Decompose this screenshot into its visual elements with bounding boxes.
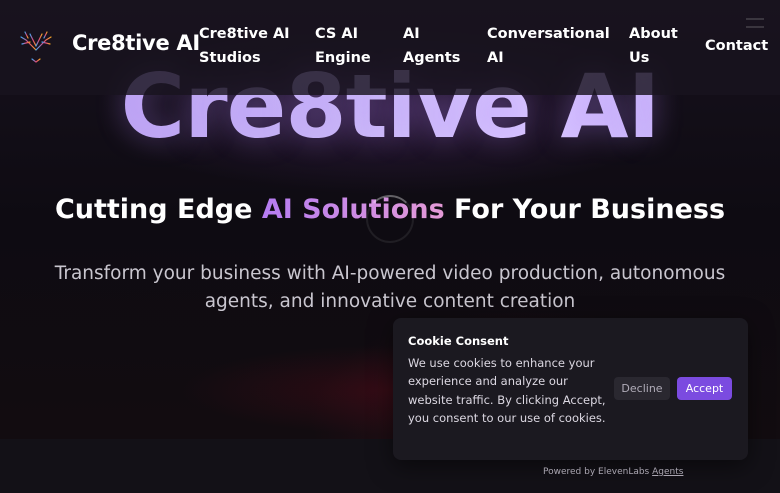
site-header: Cre8tive AI Cre8tive AI Studios CS AI En… (0, 0, 780, 95)
nav-contact[interactable]: Contact (705, 34, 768, 58)
nav-about-us-line1: About (629, 26, 678, 42)
nav-conversational-ai-line1: Conversational (487, 26, 610, 42)
cookie-title: Cookie Consent (408, 334, 509, 348)
tree-logo-icon[interactable] (16, 28, 56, 64)
accept-button[interactable]: Accept (677, 377, 732, 400)
nav-contact-label: Contact (705, 38, 769, 54)
nav-ai-agents-line2: Agents (403, 50, 461, 66)
brand-name[interactable]: Cre8tive AI (72, 31, 200, 55)
nav-studios-line2: Studios (199, 50, 261, 66)
nav-studios-line1: Cre8tive AI (199, 26, 290, 42)
decline-button[interactable]: Decline (614, 377, 670, 400)
powered-by: Powered by ElevenLabs Agents (543, 467, 683, 477)
powered-by-text: Powered by ElevenLabs (543, 467, 653, 477)
cookie-consent-dialog: Cookie Consent We use cookies to enhance… (393, 318, 748, 460)
hero-subtitle: Transform your business with AI-powered … (54, 263, 726, 312)
nav-about-us[interactable]: About Us (629, 22, 678, 70)
loading-spinner-icon (366, 195, 414, 243)
nav-cs-engine-line1: CS AI (315, 26, 359, 42)
tagline-end: For Your Business (444, 194, 726, 225)
nav-studios[interactable]: Cre8tive AI Studios (199, 22, 290, 70)
menu-icon (746, 18, 764, 28)
cookie-text: We use cookies to enhance your experienc… (408, 356, 606, 425)
tagline-start: Cutting Edge (54, 194, 262, 225)
agents-link[interactable]: Agents (652, 467, 683, 477)
nav-ai-agents[interactable]: AI Agents (403, 22, 460, 70)
nav-conversational-ai[interactable]: Conversational AI (487, 22, 610, 70)
nav-cs-engine[interactable]: CS AI Engine (315, 22, 371, 70)
nav-about-us-line2: Us (629, 50, 650, 66)
nav-ai-agents-line1: AI (403, 26, 420, 42)
tagline-accent: AI Solutions (261, 194, 445, 225)
nav-cs-engine-line2: Engine (315, 50, 371, 66)
nav-conversational-ai-line2: AI (487, 50, 504, 66)
